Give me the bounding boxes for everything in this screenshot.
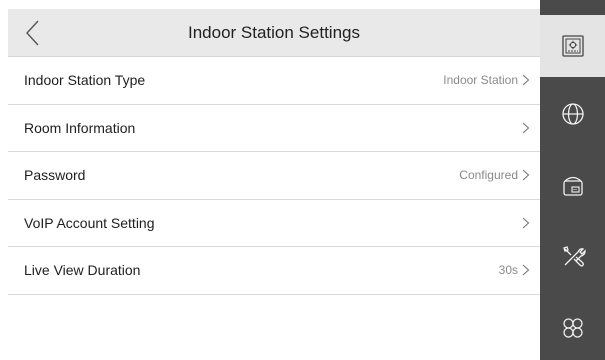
sidebar-item-device[interactable] bbox=[540, 154, 605, 216]
sidebar-nav bbox=[540, 0, 605, 360]
tools-icon bbox=[562, 246, 586, 267]
intercom-device-icon bbox=[562, 176, 583, 196]
settings-row-room-information[interactable]: Room Information bbox=[8, 105, 540, 152]
title-bar: Indoor Station Settings bbox=[8, 9, 540, 57]
chevron-right-icon bbox=[522, 74, 530, 86]
settings-row-label: Live View Duration bbox=[24, 262, 141, 279]
chevron-right-icon bbox=[522, 122, 530, 134]
settings-row-voip-account-setting[interactable]: VoIP Account Setting bbox=[8, 200, 540, 247]
settings-row-value: 30s bbox=[498, 263, 518, 278]
sidebar-item-device-settings[interactable] bbox=[540, 15, 605, 77]
settings-row-value: Configured bbox=[459, 168, 518, 183]
settings-row-label: Password bbox=[24, 167, 86, 184]
settings-row-label: Room Information bbox=[24, 119, 136, 136]
settings-row-value: Indoor Station bbox=[443, 73, 518, 88]
settings-row-live-view-duration[interactable]: Live View Duration 30s bbox=[8, 247, 540, 295]
sidebar-item-network[interactable] bbox=[540, 83, 605, 145]
settings-row-password[interactable]: Password Configured bbox=[8, 152, 540, 200]
settings-panel: Indoor Station Settings Indoor Station T… bbox=[0, 0, 540, 360]
chevron-right-icon bbox=[522, 169, 530, 181]
back-button[interactable] bbox=[18, 17, 50, 49]
settings-row-indoor-station-type[interactable]: Indoor Station Type Indoor Station bbox=[8, 57, 540, 105]
apps-icon bbox=[562, 318, 583, 338]
sidebar-item-apps[interactable] bbox=[540, 297, 605, 359]
chevron-left-icon bbox=[26, 20, 39, 46]
settings-list: Indoor Station Type Indoor Station Room … bbox=[8, 57, 540, 295]
device-settings-icon bbox=[561, 35, 584, 57]
settings-row-label: VoIP Account Setting bbox=[24, 214, 155, 231]
chevron-right-icon bbox=[522, 217, 530, 229]
globe-icon bbox=[561, 103, 584, 125]
settings-row-label: Indoor Station Type bbox=[24, 72, 146, 89]
sidebar-item-maintenance[interactable] bbox=[540, 226, 605, 288]
page-title: Indoor Station Settings bbox=[187, 23, 360, 42]
chevron-right-icon bbox=[522, 264, 530, 276]
